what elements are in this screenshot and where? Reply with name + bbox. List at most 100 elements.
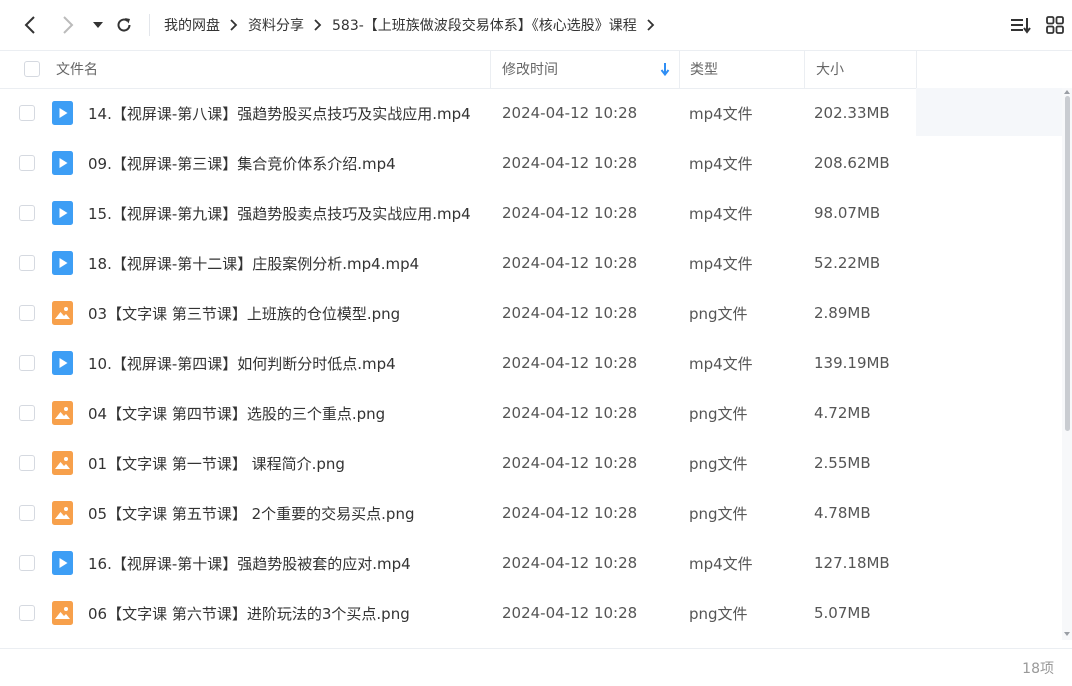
column-header-modified[interactable]: 修改时间 — [502, 50, 558, 88]
table-row[interactable]: 18.【视屏课-第十二课】庄股案例分析.mp4.mp4 2024-04-12 1… — [0, 238, 1062, 288]
table-row[interactable]: 09.【视屏课-第三课】集合竞价体系介绍.mp4 2024-04-12 10:2… — [0, 138, 1062, 188]
row-checkbox[interactable] — [19, 505, 35, 521]
file-type: mp4文件 — [689, 354, 753, 373]
table-row[interactable]: 10.【视屏课-第四课】如何判断分时低点.mp4 2024-04-12 10:2… — [0, 338, 1062, 388]
row-checkbox[interactable] — [19, 255, 35, 271]
grid-view-icon — [1046, 16, 1064, 34]
file-type: png文件 — [689, 504, 748, 523]
file-modified-time: 2024-04-12 10:28 — [502, 354, 638, 372]
file-modified-time: 2024-04-12 10:28 — [502, 204, 638, 222]
column-divider[interactable] — [916, 50, 917, 88]
row-checkbox[interactable] — [19, 305, 35, 321]
image-file-icon — [52, 451, 73, 475]
row-checkbox[interactable] — [19, 355, 35, 371]
forward-button[interactable] — [54, 11, 82, 39]
file-size: 139.19MB — [814, 354, 890, 372]
file-size: 2.89MB — [814, 304, 871, 322]
file-name[interactable]: 06【文字课 第六节课】进阶玩法的3个买点.png — [88, 588, 410, 638]
file-modified-time: 2024-04-12 10:28 — [502, 604, 638, 622]
breadcrumb-item-root[interactable]: 我的网盘 — [164, 15, 220, 35]
table-header: 文件名 修改时间 类型 大小 — [0, 50, 1072, 89]
file-modified-time: 2024-04-12 10:28 — [502, 404, 638, 422]
row-hover-highlight — [916, 88, 1062, 136]
column-divider[interactable] — [679, 50, 680, 88]
chevron-right-icon — [314, 19, 322, 31]
breadcrumb-item-share[interactable]: 资料分享 — [248, 15, 304, 35]
file-size: 4.72MB — [814, 404, 871, 422]
row-checkbox[interactable] — [19, 455, 35, 471]
file-size: 5.07MB — [814, 604, 871, 622]
file-name[interactable]: 14.【视屏课-第八课】强趋势股买点技巧及实战应用.mp4 — [88, 88, 471, 138]
status-bar: 18项 — [0, 648, 1072, 686]
row-checkbox[interactable] — [19, 205, 35, 221]
breadcrumb: 我的网盘 资料分享 583-【上班族做波段交易体系】《核心选股》课程 — [164, 0, 665, 50]
file-size: 127.18MB — [814, 554, 890, 572]
file-name[interactable]: 18.【视屏课-第十二课】庄股案例分析.mp4.mp4 — [88, 238, 419, 288]
sort-list-icon — [1011, 18, 1031, 34]
grid-view-button[interactable] — [1042, 12, 1068, 38]
table-row[interactable]: 04【文字课 第四节课】选股的三个重点.png 2024-04-12 10:28… — [0, 388, 1062, 438]
file-type: png文件 — [689, 454, 748, 473]
file-name[interactable]: 03【文字课 第三节课】上班族的仓位模型.png — [88, 288, 400, 338]
file-size: 98.07MB — [814, 204, 881, 222]
video-file-icon — [52, 251, 73, 275]
column-header-type[interactable]: 类型 — [690, 50, 718, 88]
row-checkbox[interactable] — [19, 155, 35, 171]
video-file-icon — [52, 151, 73, 175]
file-modified-time: 2024-04-12 10:28 — [502, 254, 638, 272]
file-modified-time: 2024-04-12 10:28 — [502, 304, 638, 322]
table-row[interactable]: 05【文字课 第五节课】 2个重要的交易买点.png 2024-04-12 10… — [0, 488, 1062, 538]
image-file-icon — [52, 501, 73, 525]
file-size: 208.62MB — [814, 154, 890, 172]
file-type: png文件 — [689, 304, 748, 323]
refresh-button[interactable] — [110, 11, 138, 39]
file-type: mp4文件 — [689, 554, 753, 573]
column-header-name[interactable]: 文件名 — [56, 50, 98, 88]
file-name[interactable]: 05【文字课 第五节课】 2个重要的交易买点.png — [88, 488, 415, 538]
column-divider[interactable] — [804, 50, 805, 88]
file-name[interactable]: 16.【视屏课-第十课】强趋势股被套的应对.mp4 — [88, 538, 411, 588]
history-dropdown-button[interactable] — [84, 11, 112, 39]
chevron-right-icon — [647, 19, 655, 31]
breadcrumb-item-current[interactable]: 583-【上班族做波段交易体系】《核心选股》课程 — [332, 15, 637, 35]
table-row[interactable]: 06【文字课 第六节课】进阶玩法的3个买点.png 2024-04-12 10:… — [0, 588, 1062, 638]
file-name[interactable]: 10.【视屏课-第四课】如何判断分时低点.mp4 — [88, 338, 396, 388]
select-all-checkbox-wrap — [24, 50, 40, 88]
file-modified-time: 2024-04-12 10:28 — [502, 454, 638, 472]
file-type: mp4文件 — [689, 204, 753, 223]
file-type: mp4文件 — [689, 104, 753, 123]
toolbar: 我的网盘 资料分享 583-【上班族做波段交易体系】《核心选股》课程 — [0, 0, 1072, 51]
scroll-up-arrow-icon[interactable] — [1062, 88, 1072, 96]
row-checkbox[interactable] — [19, 605, 35, 621]
table-row[interactable]: 14.【视屏课-第八课】强趋势股买点技巧及实战应用.mp4 2024-04-12… — [0, 88, 1062, 138]
file-name[interactable]: 09.【视屏课-第三课】集合竞价体系介绍.mp4 — [88, 138, 396, 188]
scroll-down-arrow-icon[interactable] — [1062, 630, 1072, 638]
file-name[interactable]: 15.【视屏课-第九课】强趋势股卖点技巧及实战应用.mp4 — [88, 188, 471, 238]
file-type: png文件 — [689, 604, 748, 623]
table-row[interactable]: 15.【视屏课-第九课】强趋势股卖点技巧及实战应用.mp4 2024-04-12… — [0, 188, 1062, 238]
image-file-icon — [52, 301, 73, 325]
file-name[interactable]: 01【文字课 第一节课】 课程简介.png — [88, 438, 345, 488]
table-row[interactable]: 16.【视屏课-第十课】强趋势股被套的应对.mp4 2024-04-12 10:… — [0, 538, 1062, 588]
file-modified-time: 2024-04-12 10:28 — [502, 554, 638, 572]
table-row[interactable]: 03【文字课 第三节课】上班族的仓位模型.png 2024-04-12 10:2… — [0, 288, 1062, 338]
file-size: 52.22MB — [814, 254, 881, 272]
video-file-icon — [52, 551, 73, 575]
back-button[interactable] — [16, 11, 44, 39]
toolbar-divider — [149, 14, 150, 36]
sort-desc-icon[interactable] — [660, 50, 670, 88]
row-checkbox[interactable] — [19, 105, 35, 121]
image-file-icon — [52, 401, 73, 425]
item-count: 18项 — [1022, 660, 1054, 677]
file-modified-time: 2024-04-12 10:28 — [502, 154, 638, 172]
sort-button[interactable] — [1008, 12, 1034, 38]
row-checkbox[interactable] — [19, 555, 35, 571]
column-header-size[interactable]: 大小 — [816, 50, 844, 88]
row-checkbox[interactable] — [19, 405, 35, 421]
file-name[interactable]: 04【文字课 第四节课】选股的三个重点.png — [88, 388, 385, 438]
table-row[interactable]: 01【文字课 第一节课】 课程简介.png 2024-04-12 10:28 p… — [0, 438, 1062, 488]
scrollbar-thumb[interactable] — [1065, 96, 1070, 431]
select-all-checkbox[interactable] — [24, 61, 40, 77]
refresh-icon — [117, 18, 131, 32]
column-divider[interactable] — [490, 50, 491, 88]
